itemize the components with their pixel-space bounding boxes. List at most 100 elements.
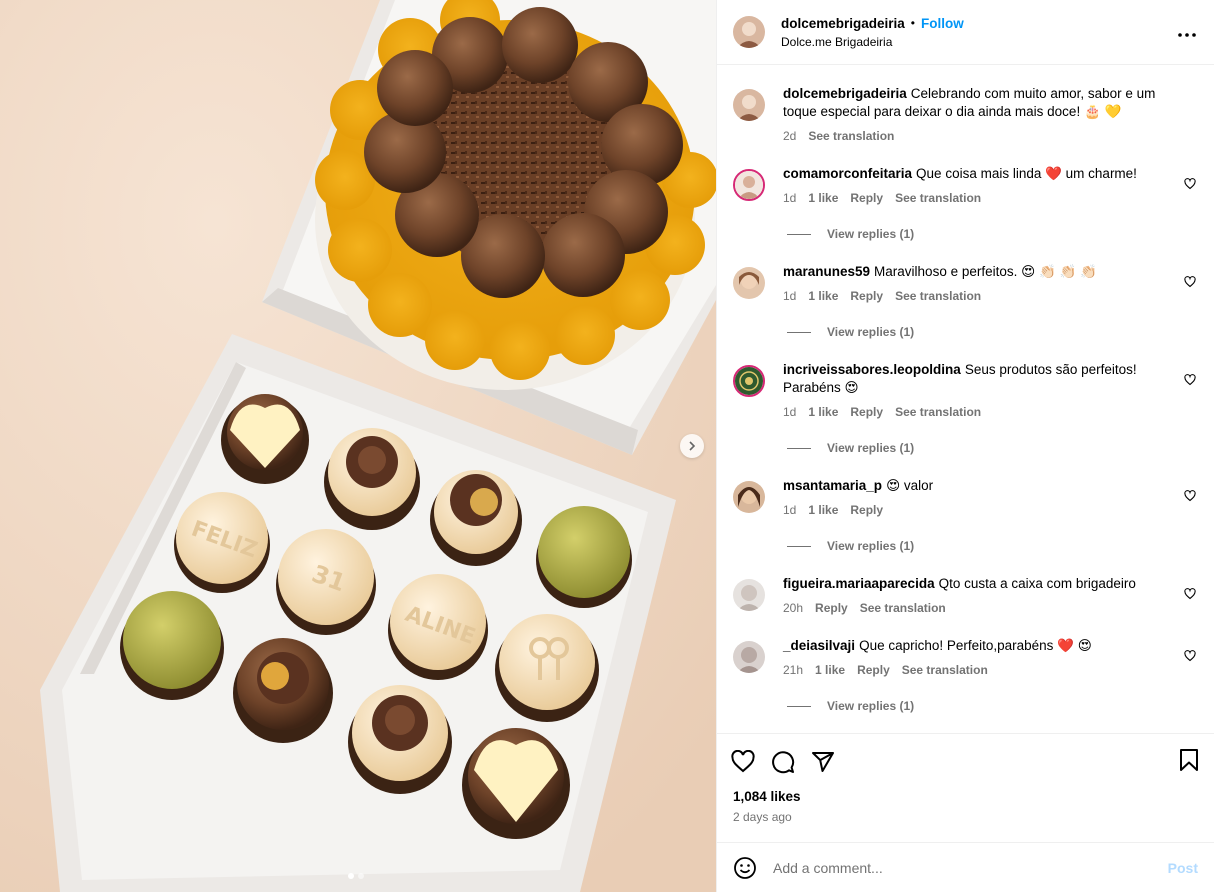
like-count[interactable]: 1,084 likes (717, 789, 1214, 804)
commenter-avatar[interactable] (733, 641, 765, 673)
author-avatar[interactable] (733, 16, 765, 48)
post-actions (717, 733, 1214, 789)
next-arrow-icon (689, 441, 696, 451)
post-photo: FELIZ 31 ALINE (0, 0, 716, 892)
commenter-avatar[interactable] (733, 365, 765, 397)
comment-username[interactable]: incriveissabores.leopoldina (783, 362, 961, 377)
comment-like-button[interactable] (1184, 275, 1196, 291)
share-button[interactable] (811, 750, 835, 774)
view-replies-button[interactable]: View replies (1) (787, 325, 1198, 339)
next-slide-button[interactable] (680, 434, 704, 458)
comment-button[interactable] (771, 750, 795, 774)
comment-text: Que coisa mais linda ❤️ um charme! (916, 166, 1137, 181)
view-replies-label: View replies (1) (827, 539, 915, 553)
comment-likes[interactable]: 1 like (808, 191, 838, 205)
comment-time[interactable]: 1d (783, 503, 796, 517)
carousel-dot (358, 873, 364, 879)
follow-button[interactable]: Follow (921, 16, 964, 31)
see-translation-link[interactable]: See translation (860, 601, 946, 615)
post-caption: dolcemebrigadeiria Celebrando com muito a… (733, 85, 1198, 143)
comment-username[interactable]: maranunes59 (783, 264, 870, 279)
carousel-indicator (348, 873, 364, 879)
post-media[interactable]: FELIZ 31 ALINE (0, 0, 716, 892)
separator-dot: • (910, 16, 915, 30)
heart-icon (1184, 650, 1196, 662)
commenter-avatar[interactable] (733, 579, 765, 611)
comment-time[interactable]: 21h (783, 663, 803, 677)
reply-button[interactable]: Reply (850, 289, 883, 303)
comment-likes[interactable]: 1 like (815, 663, 845, 677)
comment-item: comamorconfeitaria Que coisa mais linda ❤… (733, 165, 1198, 205)
view-replies-button[interactable]: View replies (1) (787, 227, 1198, 241)
comment-item: msantamaria_p 😍 valor 1d 1 like Reply (733, 477, 1198, 517)
comment-like-button[interactable] (1184, 587, 1196, 603)
carousel-dot-active (348, 873, 354, 879)
see-translation-link[interactable]: See translation (895, 191, 981, 205)
more-options-button[interactable] (1178, 24, 1196, 40)
comment-likes[interactable]: 1 like (808, 405, 838, 419)
heart-icon (1184, 178, 1196, 190)
comment-time[interactable]: 20h (783, 601, 803, 615)
commenter-avatar[interactable] (733, 169, 765, 201)
emoji-button[interactable] (733, 856, 757, 880)
reply-button[interactable]: Reply (815, 601, 848, 615)
more-options-icon (1178, 33, 1196, 37)
post-date[interactable]: 2 days ago (717, 810, 1214, 824)
heart-icon (1184, 276, 1196, 288)
comment-username[interactable]: figueira.mariaaparecida (783, 576, 935, 591)
comment-item: incriveissabores.leopoldina Seus produtos… (733, 361, 1198, 419)
view-replies-label: View replies (1) (827, 699, 915, 713)
view-replies-button[interactable]: View replies (1) (787, 441, 1198, 455)
comment-item: maranunes59 Maravilhoso e perfeitos. 😍 👏🏻… (733, 263, 1198, 303)
comments-list[interactable]: dolcemebrigadeiria Celebrando com muito a… (717, 65, 1214, 733)
comment-text: 😍 valor (886, 478, 934, 493)
post-sidebar: dolcemebrigadeiria • Follow Dolce.me Bri… (716, 0, 1214, 892)
emoji-icon (734, 856, 756, 879)
author-avatar[interactable] (733, 89, 765, 121)
like-button[interactable] (731, 749, 755, 774)
view-replies-label: View replies (1) (827, 441, 915, 455)
reply-button[interactable]: Reply (850, 405, 883, 419)
like-icon (731, 749, 755, 772)
comment-username[interactable]: msantamaria_p (783, 478, 882, 493)
comment-time[interactable]: 1d (783, 289, 796, 303)
share-icon (812, 751, 834, 772)
see-translation-link[interactable]: See translation (895, 405, 981, 419)
save-button[interactable] (1178, 748, 1200, 775)
comment-time[interactable]: 1d (783, 405, 796, 419)
caption-username[interactable]: dolcemebrigadeiria (783, 86, 907, 101)
view-replies-button[interactable]: View replies (1) (787, 539, 1198, 553)
comment-icon (772, 750, 795, 773)
comment-like-button[interactable] (1184, 649, 1196, 665)
commenter-avatar[interactable] (733, 267, 765, 299)
comment-text: Maravilhoso e perfeitos. 😍 👏🏻 👏🏻 👏🏻 (874, 264, 1097, 279)
comment-text: Qto custa a caixa com brigadeiro (938, 576, 1136, 591)
caption-time[interactable]: 2d (783, 129, 796, 143)
see-translation-link[interactable]: See translation (902, 663, 988, 677)
reply-button[interactable]: Reply (857, 663, 890, 677)
comment-item: _deiasilvaji Que capricho! Perfeito,parab… (733, 637, 1198, 677)
post-comment-button[interactable]: Post (1168, 860, 1198, 876)
reply-button[interactable]: Reply (850, 503, 883, 517)
comment-like-button[interactable] (1184, 373, 1196, 389)
author-username[interactable]: dolcemebrigadeiria (781, 16, 905, 31)
comment-input[interactable] (773, 859, 1143, 876)
comment-like-button[interactable] (1184, 489, 1196, 505)
comment-likes[interactable]: 1 like (808, 289, 838, 303)
comment-text: Que capricho! Perfeito,parabéns ❤️ 😍 (859, 638, 1092, 653)
reply-button[interactable]: Reply (850, 191, 883, 205)
see-translation-link[interactable]: See translation (895, 289, 981, 303)
comment-item: figueira.mariaaparecida Qto custa a caixa… (733, 575, 1198, 615)
heart-icon (1184, 374, 1196, 386)
comment-likes[interactable]: 1 like (808, 503, 838, 517)
add-comment-bar: Post (717, 842, 1214, 892)
author-subtitle[interactable]: Dolce.me Brigadeiria (781, 35, 964, 49)
comment-like-button[interactable] (1184, 177, 1196, 193)
commenter-avatar[interactable] (733, 481, 765, 513)
comment-username[interactable]: _deiasilvaji (783, 638, 855, 653)
see-translation-link[interactable]: See translation (808, 129, 894, 143)
comment-username[interactable]: comamorconfeitaria (783, 166, 912, 181)
save-icon (1180, 749, 1198, 771)
comment-time[interactable]: 1d (783, 191, 796, 205)
view-replies-button[interactable]: View replies (1) (787, 699, 1198, 713)
